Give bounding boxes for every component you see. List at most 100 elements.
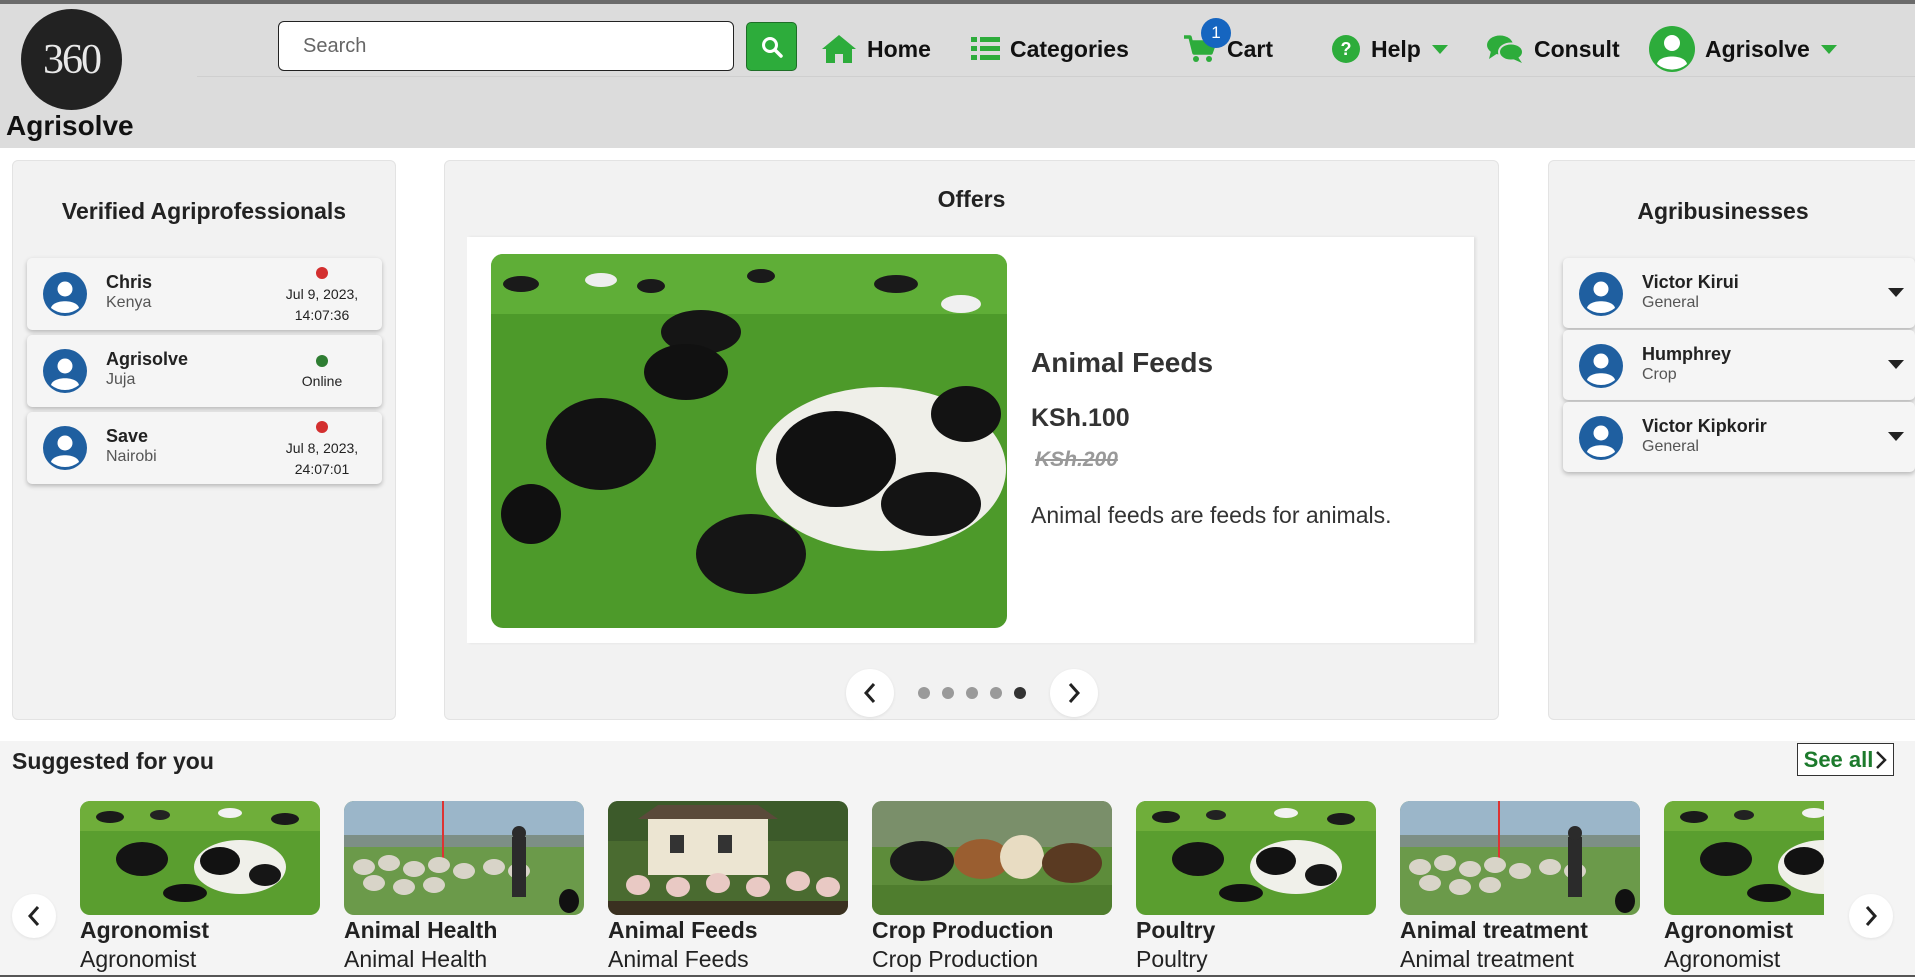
agribusiness-category: General [1642, 438, 1699, 455]
professional-name: Chris [106, 272, 153, 292]
header: 360 Agrisolve Home Categories Cart 1 [0, 4, 1915, 148]
nav-divider [197, 76, 1915, 77]
help-icon: ? [1332, 35, 1360, 63]
suggested-name: Animal Health [344, 917, 498, 943]
avatar-icon [43, 272, 87, 316]
professional-card[interactable]: Save Nairobi Jul 8, 2023, 24:07:01 [27, 412, 382, 484]
nav-user-label: Agrisolve [1705, 35, 1810, 62]
agribusiness-name: Humphrey [1642, 344, 1732, 364]
suggested-card[interactable]: Animal Health Animal Health [344, 801, 584, 977]
last-seen-time: Jul 8, 2023, 24:07:01 [267, 438, 377, 480]
suggested-card[interactable]: Animal treatment Animal treatment [1400, 801, 1640, 977]
suggested-prev-button[interactable] [12, 894, 56, 938]
offer-title: Animal Feeds [1031, 347, 1214, 378]
suggested-category: Animal treatment [1400, 946, 1574, 972]
offer-old-price: KSh.200 [1035, 448, 1118, 471]
caret-down-icon[interactable] [1888, 360, 1904, 369]
offers-next-button[interactable] [1050, 669, 1098, 717]
carousel-indicator[interactable] [990, 687, 1002, 699]
chevron-down-icon [1820, 45, 1837, 54]
offline-status-dot [316, 421, 328, 433]
offer-description: Animal feeds are feeds for animals. [1031, 502, 1392, 528]
agribusiness-card[interactable]: Humphrey Crop [1563, 330, 1915, 400]
online-status-dot [316, 355, 328, 367]
nav-categories[interactable]: Categories [971, 29, 1129, 69]
search-input[interactable] [278, 21, 734, 71]
professional-card[interactable]: Agrisolve Juja Online [27, 335, 382, 407]
offer-image [491, 254, 1007, 628]
professional-name: Agrisolve [106, 349, 189, 369]
suggested-card[interactable]: Crop Production Crop Production [872, 801, 1112, 977]
chevron-down-icon [1431, 45, 1448, 54]
avatar-icon [1579, 416, 1623, 460]
professional-location: Nairobi [106, 448, 157, 465]
agribusiness-category: General [1642, 294, 1699, 311]
online-status-text: Online [301, 373, 343, 389]
logo-text: 360 [43, 36, 102, 83]
suggested-category: Agronomist [1664, 946, 1781, 972]
avatar-icon [43, 426, 87, 470]
professional-name: Save [106, 426, 149, 446]
chevron-left-icon [27, 906, 40, 926]
avatar-icon [1579, 344, 1623, 388]
nav-user-menu[interactable]: Agrisolve [1649, 26, 1838, 72]
last-seen-clock: 14:07:36 [294, 307, 350, 323]
suggested-card[interactable]: Agronomist Agronomist [1664, 801, 1824, 977]
list-icon [971, 37, 1000, 60]
suggested-next-button[interactable] [1849, 894, 1893, 938]
offers-title: Offers [937, 186, 1006, 212]
suggested-name: Crop Production [872, 917, 1054, 943]
caret-down-icon[interactable] [1888, 432, 1904, 441]
nav-home[interactable]: Home [821, 29, 931, 69]
agribusiness-card[interactable]: Victor Kipkorir General [1563, 402, 1915, 472]
home-icon [822, 35, 856, 63]
suggested-name: Animal Feeds [608, 917, 758, 943]
nav-help[interactable]: ? Help [1331, 29, 1449, 69]
professionals-title: Verified Agriprofessionals [61, 198, 347, 224]
cart-count-badge: 1 [1201, 18, 1231, 48]
suggested-image [1400, 801, 1640, 915]
professional-card[interactable]: Chris Kenya Jul 9, 2023, 14:07:36 [27, 258, 382, 330]
suggested-category: Crop Production [872, 946, 1039, 972]
suggested-image [344, 801, 584, 915]
suggested-title: Suggested for you [12, 748, 214, 774]
agribusiness-card[interactable]: Victor Kirui General [1563, 258, 1915, 328]
carousel-indicator-active[interactable] [1014, 687, 1026, 699]
suggested-image [1664, 801, 1824, 915]
offers-prev-button[interactable] [846, 669, 894, 717]
caret-down-icon[interactable] [1888, 288, 1904, 297]
see-all-button[interactable]: See all [1797, 743, 1894, 776]
carousel-indicator[interactable] [966, 687, 978, 699]
carousel-indicator[interactable] [942, 687, 954, 699]
svg-text:?: ? [1341, 39, 1352, 59]
nav-consult[interactable]: Consult [1486, 29, 1620, 69]
brand-name[interactable]: Agrisolve [6, 110, 134, 142]
last-seen-date: Jul 8, 2023, [285, 440, 359, 456]
offline-status-dot [316, 267, 328, 279]
suggested-card[interactable]: Animal Feeds Animal Feeds [608, 801, 848, 977]
agribusiness-category: Crop [1642, 366, 1677, 383]
suggested-image [1136, 801, 1376, 915]
search-icon [761, 36, 783, 58]
professional-location: Juja [106, 371, 136, 388]
nav-consult-label: Consult [1534, 35, 1620, 62]
logo[interactable]: 360 [21, 9, 122, 110]
suggested-card[interactable]: Agronomist Agronomist [80, 801, 320, 977]
avatar-icon [1579, 272, 1623, 316]
search-button[interactable] [746, 22, 797, 71]
suggested-carousel: Agronomist Agronomist Animal Health Anim… [80, 801, 1824, 977]
last-seen-time: Jul 9, 2023, 14:07:36 [267, 284, 377, 326]
suggested-name: Agronomist [80, 917, 210, 943]
professional-location: Kenya [106, 294, 152, 311]
chevron-right-icon [1865, 906, 1878, 926]
suggested-image [872, 801, 1112, 915]
agribusinesses-title: Agribusinesses [1637, 198, 1809, 224]
offer-slide[interactable]: Animal Feeds KSh.100 KSh.200 Animal feed… [467, 237, 1474, 643]
suggested-card[interactable]: Poultry Poultry [1136, 801, 1376, 977]
last-seen-clock: 24:07:01 [294, 461, 350, 477]
suggested-category: Animal Feeds [608, 946, 749, 972]
nav-home-label: Home [867, 35, 931, 62]
suggested-name: Animal treatment [1400, 917, 1588, 943]
carousel-indicator[interactable] [918, 687, 930, 699]
agribusiness-name: Victor Kipkorir [1642, 416, 1767, 436]
